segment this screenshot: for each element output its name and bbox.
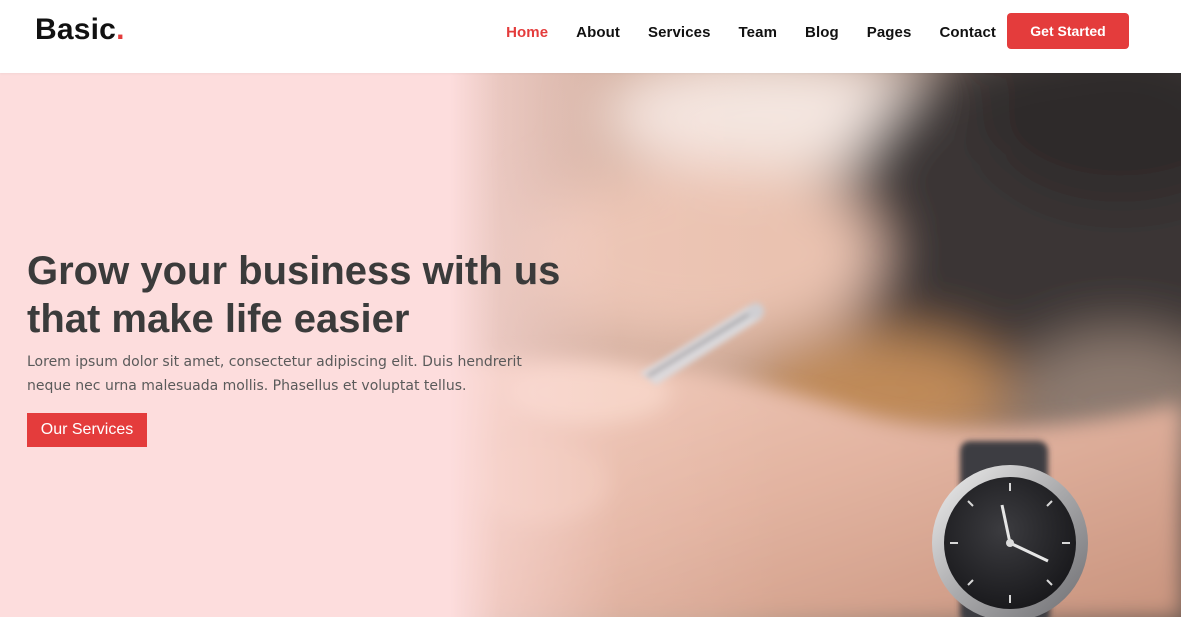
- our-services-button[interactable]: Our Services: [27, 413, 147, 447]
- brand-dot: .: [116, 13, 125, 46]
- site-header: Basic. Home About Services Team Blog Pag…: [0, 0, 1181, 73]
- brand-logo[interactable]: Basic.: [35, 13, 125, 47]
- nav-item-contact[interactable]: Contact: [939, 24, 996, 41]
- nav-item-about[interactable]: About: [576, 24, 620, 41]
- hero-section: Grow your business with us that make lif…: [0, 73, 1181, 617]
- nav-item-services[interactable]: Services: [648, 24, 711, 41]
- brand-name: Basic: [35, 13, 117, 46]
- nav-item-blog[interactable]: Blog: [805, 24, 839, 41]
- hero-description-line-2: neque nec urna malesuada mollis. Phasell…: [27, 378, 467, 394]
- main-nav: Home About Services Team Blog Pages Cont…: [506, 0, 996, 64]
- hero-title-line-1: Grow your business with us: [27, 249, 561, 293]
- nav-item-pages[interactable]: Pages: [867, 24, 912, 41]
- hero-description: Lorem ipsum dolor sit amet, consectetur …: [27, 350, 527, 398]
- nav-item-home[interactable]: Home: [506, 24, 548, 41]
- hero-tint-overlay: [0, 73, 1181, 617]
- hero-title: Grow your business with us that make lif…: [27, 247, 627, 343]
- hero-description-line-1: Lorem ipsum dolor sit amet, consectetur …: [27, 354, 522, 370]
- nav-item-team[interactable]: Team: [739, 24, 777, 41]
- hero-title-line-2: that make life easier: [27, 297, 410, 341]
- get-started-button[interactable]: Get Started: [1007, 13, 1129, 49]
